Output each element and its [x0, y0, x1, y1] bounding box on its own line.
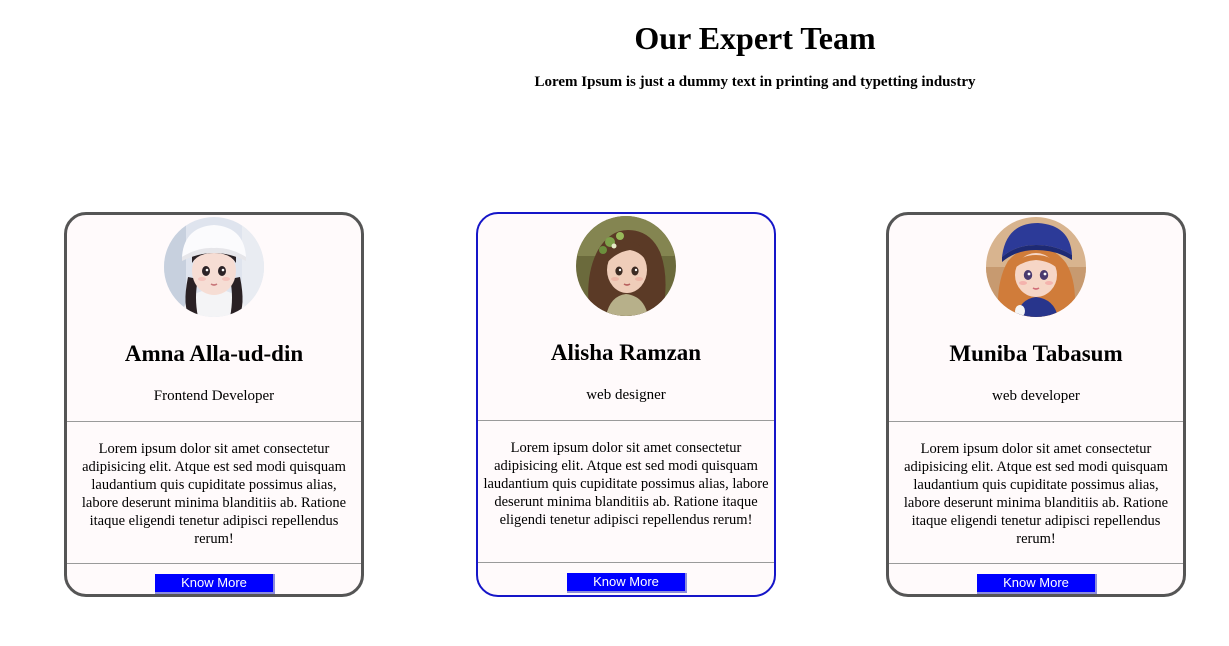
page-title: Our Expert Team	[634, 20, 876, 56]
member-role: web designer	[586, 387, 666, 403]
girl-white-hat-avatar-icon	[164, 217, 264, 317]
know-more-button[interactable]: Know More	[155, 574, 275, 594]
team-header: Our Expert Team Lorem Ipsum is just a du…	[390, 18, 1120, 92]
know-more-button[interactable]: Know More	[567, 573, 687, 593]
member-description: Lorem ipsum dolor sit amet consectetur a…	[81, 441, 347, 547]
avatar	[986, 217, 1086, 317]
member-name: Muniba Tabasum	[949, 341, 1123, 366]
team-card: Amna Alla-ud-din Frontend Developer Lore…	[64, 212, 364, 597]
divider	[478, 562, 774, 563]
divider	[889, 421, 1183, 422]
page-subtitle: Lorem Ipsum is just a dummy text in prin…	[534, 74, 976, 90]
member-role: web developer	[992, 388, 1080, 404]
member-name: Alisha Ramzan	[550, 340, 702, 365]
team-card: Alisha Ramzan web designer Lorem ipsum d…	[476, 212, 776, 597]
divider	[67, 421, 361, 422]
girl-flower-crown-avatar-icon	[576, 216, 676, 316]
member-name: Amna Alla-ud-din	[124, 341, 304, 366]
divider	[67, 563, 361, 564]
divider	[478, 420, 774, 421]
know-more-button[interactable]: Know More	[977, 574, 1097, 594]
member-role: Frontend Developer	[153, 388, 275, 404]
girl-blue-beret-avatar-icon	[986, 217, 1086, 317]
team-page: Our Expert Team Lorem Ipsum is just a du…	[0, 0, 1229, 646]
avatar	[576, 216, 676, 316]
member-description: Lorem ipsum dolor sit amet consectetur a…	[483, 440, 769, 528]
team-card: Muniba Tabasum web developer Lorem ipsum…	[886, 212, 1186, 597]
avatar	[164, 217, 264, 317]
member-description: Lorem ipsum dolor sit amet consectetur a…	[903, 441, 1169, 547]
divider	[889, 563, 1183, 564]
